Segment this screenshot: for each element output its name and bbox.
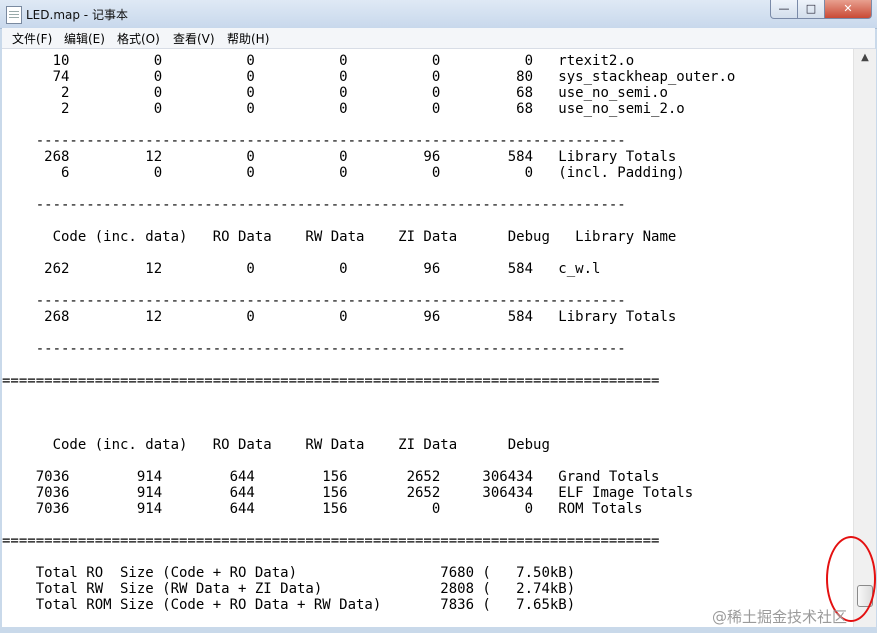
text-line: 6 0 0 0 0 0 (incl. Padding) [2, 165, 685, 181]
text-line: ========================================… [2, 373, 660, 389]
text-line: 7036 914 644 156 0 0 ROM Totals [2, 501, 643, 517]
text-line: Total ROM Size (Code + RO Data + RW Data… [2, 597, 576, 613]
scroll-up-arrow-icon[interactable]: ▲ [854, 49, 876, 67]
text-line: 10 0 0 0 0 0 rtexit2.o [2, 53, 635, 69]
watermark: @稀土掘金技术社区 [712, 608, 848, 626]
window-title: LED.map - 记事本 [26, 8, 128, 22]
maximize-button[interactable]: □ [797, 0, 825, 19]
text-line: 7036 914 644 156 2652 306434 ELF Image T… [2, 485, 694, 501]
vertical-scrollbar[interactable]: ▲ [853, 49, 876, 627]
text-line: Code (inc. data) RO Data RW Data ZI Data… [2, 229, 677, 245]
text-line: ========================================… [2, 533, 660, 549]
menu-help[interactable]: 帮助(H) [227, 30, 269, 47]
text-line: Code (inc. data) RO Data RW Data ZI Data… [2, 437, 550, 453]
notepad-icon [6, 6, 22, 24]
close-button[interactable]: ✕ [824, 0, 872, 19]
text-line: ----------------------------------------… [2, 293, 626, 309]
menu-edit[interactable]: 编辑(E) [64, 30, 105, 47]
text-line: 7036 914 644 156 2652 306434 Grand Total… [2, 469, 660, 485]
title-bar: LED.map - 记事本 [0, 0, 877, 29]
text-line: 268 12 0 0 96 584 Library Totals [2, 149, 677, 165]
text-line: 268 12 0 0 96 584 Library Totals [2, 309, 677, 325]
text-line: 74 0 0 0 0 80 sys_stackheap_outer.o [2, 69, 736, 85]
text-line: 262 12 0 0 96 584 c_w.l [2, 261, 601, 277]
text-line: 2 0 0 0 0 68 use_no_semi_2.o [2, 101, 685, 117]
menu-format[interactable]: 格式(O) [117, 30, 160, 47]
menu-file[interactable]: 文件(F) [12, 30, 52, 47]
menu-view[interactable]: 查看(V) [173, 30, 215, 47]
text-line: ----------------------------------------… [2, 197, 626, 213]
minimize-button[interactable]: — [770, 0, 798, 19]
text-editor[interactable]: 10 0 0 0 0 0 rtexit2.o 74 0 0 0 0 80 sys… [2, 49, 853, 627]
window-bottom-frame [0, 627, 877, 633]
text-line: Total RO Size (Code + RO Data) 7680 ( 7.… [2, 565, 576, 581]
text-line: ----------------------------------------… [2, 341, 626, 357]
scroll-thumb[interactable] [857, 585, 873, 607]
text-line: Total RW Size (RW Data + ZI Data) 2808 (… [2, 581, 576, 597]
menu-bar: 文件(F) 编辑(E) 格式(O) 查看(V) 帮助(H) [2, 28, 875, 49]
text-line: ----------------------------------------… [2, 133, 626, 149]
text-line: 2 0 0 0 0 68 use_no_semi.o [2, 85, 668, 101]
